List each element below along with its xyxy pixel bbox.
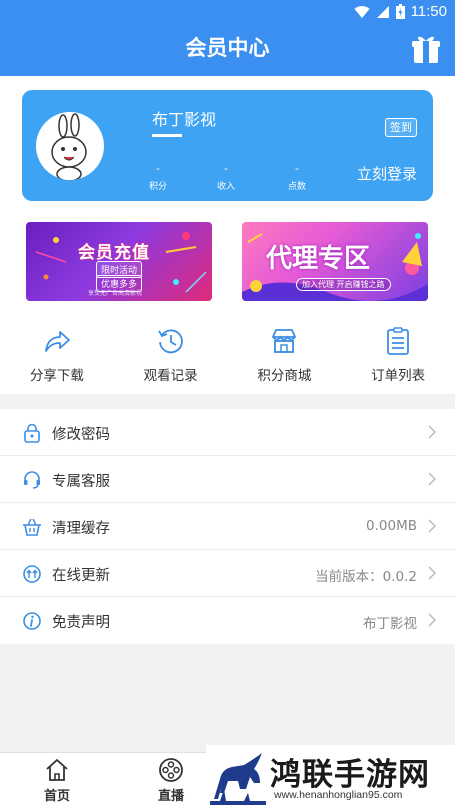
menu-item-label: 在线更新 [52, 568, 110, 584]
stat-points: - 积分 [138, 162, 178, 192]
quick-nav-store[interactable]: 积分商城 [228, 322, 342, 392]
stat-label: 收入 [216, 182, 235, 192]
wifi-icon [354, 5, 370, 18]
sign-in-button[interactable]: 签到 [385, 118, 417, 137]
agent-banner-title: 代理专区 [266, 244, 371, 274]
agent-banner[interactable]: 代理专区 加入代理 开启赚钱之路 [242, 222, 428, 301]
cache-size-value: 0.00MB [366, 518, 417, 534]
menu-item-label: 清理缓存 [52, 521, 110, 537]
menu-item-online-update[interactable]: 在线更新 当前版本：0.0.2 [0, 550, 455, 597]
agent-banner-subtitle: 加入代理 开启赚钱之路 [296, 278, 391, 291]
update-icon [23, 565, 41, 583]
quick-nav-history[interactable]: 观看记录 [114, 322, 228, 392]
gift-icon[interactable] [411, 34, 441, 64]
stat-value: - [156, 162, 160, 175]
stat-credits: - 点数 [277, 162, 317, 192]
basket-icon [23, 518, 41, 536]
recharge-banner-title: 会员充值 [78, 243, 150, 263]
store-icon [272, 329, 297, 353]
settings-menu: 修改密码 专属客服 清理缓存 0.00MB 在线更新 当前版本：0.0.2 免责… [0, 409, 455, 644]
watermark-title: 鸿联手游网 [270, 757, 430, 793]
version-value: 当前版本：0.0.2 [315, 569, 417, 585]
status-icons: 11:50 [354, 3, 447, 20]
battery-icon [395, 4, 405, 19]
avatar[interactable] [36, 112, 104, 180]
tab-label: 直播 [157, 789, 184, 804]
film-reel-icon [159, 758, 183, 782]
chevron-right-icon [428, 425, 437, 439]
quick-nav: 分享下载 观看记录 积分商城 订单列表 [0, 322, 455, 392]
bull-logo-icon [210, 749, 266, 805]
app-header: 会员中心 [0, 24, 455, 76]
recharge-banner[interactable]: 会员充值 限时活动 优惠多多 享受无广告高清影视 [26, 222, 212, 301]
menu-item-disclaimer[interactable]: 免责声明 布丁影视 [0, 597, 455, 644]
menu-item-customer-service[interactable]: 专属客服 [0, 456, 455, 503]
recharge-banner-footer: 享受无广告高清影视 [88, 290, 143, 297]
status-bar: 11:50 [0, 0, 455, 24]
headset-icon [24, 471, 40, 489]
home-icon [46, 759, 68, 781]
quick-nav-label: 订单列表 [371, 368, 426, 384]
status-time: 11:50 [410, 3, 447, 20]
quick-nav-share[interactable]: 分享下载 [0, 322, 114, 392]
watermark-url: www.henanhonglian95.com [274, 789, 403, 801]
login-button[interactable]: 立刻登录 [357, 163, 417, 184]
rabbit-avatar-icon [51, 113, 87, 180]
history-icon [157, 329, 183, 354]
quick-nav-label: 积分商城 [257, 368, 312, 384]
info-icon [23, 612, 41, 630]
menu-item-change-password[interactable]: 修改密码 [0, 409, 455, 456]
tab-label: 首页 [43, 789, 70, 804]
stat-income: - 收入 [206, 162, 246, 192]
quick-nav-label: 观看记录 [143, 368, 198, 384]
stat-label: 点数 [287, 182, 306, 192]
chevron-right-icon [428, 566, 437, 580]
menu-item-label: 修改密码 [52, 427, 110, 443]
quick-nav-label: 分享下载 [29, 368, 84, 384]
clipboard-icon [387, 327, 410, 355]
menu-item-value: 布丁影视 [363, 616, 417, 632]
signal-icon [376, 5, 389, 18]
stat-value: - [295, 162, 299, 175]
profile-name: 布丁影视 [152, 110, 217, 129]
tab-live[interactable]: 直播 [141, 757, 201, 804]
menu-item-label: 专属客服 [52, 474, 110, 490]
profile-id-placeholder [152, 134, 182, 137]
stat-value: - [224, 162, 228, 175]
lock-icon [24, 423, 40, 443]
share-icon [44, 331, 70, 352]
quick-nav-orders[interactable]: 订单列表 [341, 322, 455, 392]
chevron-right-icon [428, 472, 437, 486]
tab-home[interactable]: 首页 [27, 757, 87, 804]
stat-label: 积分 [148, 182, 167, 192]
menu-item-label: 免责声明 [52, 615, 110, 631]
page-title: 会员中心 [185, 36, 270, 60]
menu-item-clear-cache[interactable]: 清理缓存 0.00MB [0, 503, 455, 550]
profile-card: 布丁影视 签到 - 积分 - 收入 - 点数 立刻登录 [22, 90, 433, 201]
chevron-right-icon [428, 613, 437, 627]
watermark: 鸿联手游网 www.henanhonglian95.com [206, 745, 455, 808]
chevron-right-icon [428, 519, 437, 533]
